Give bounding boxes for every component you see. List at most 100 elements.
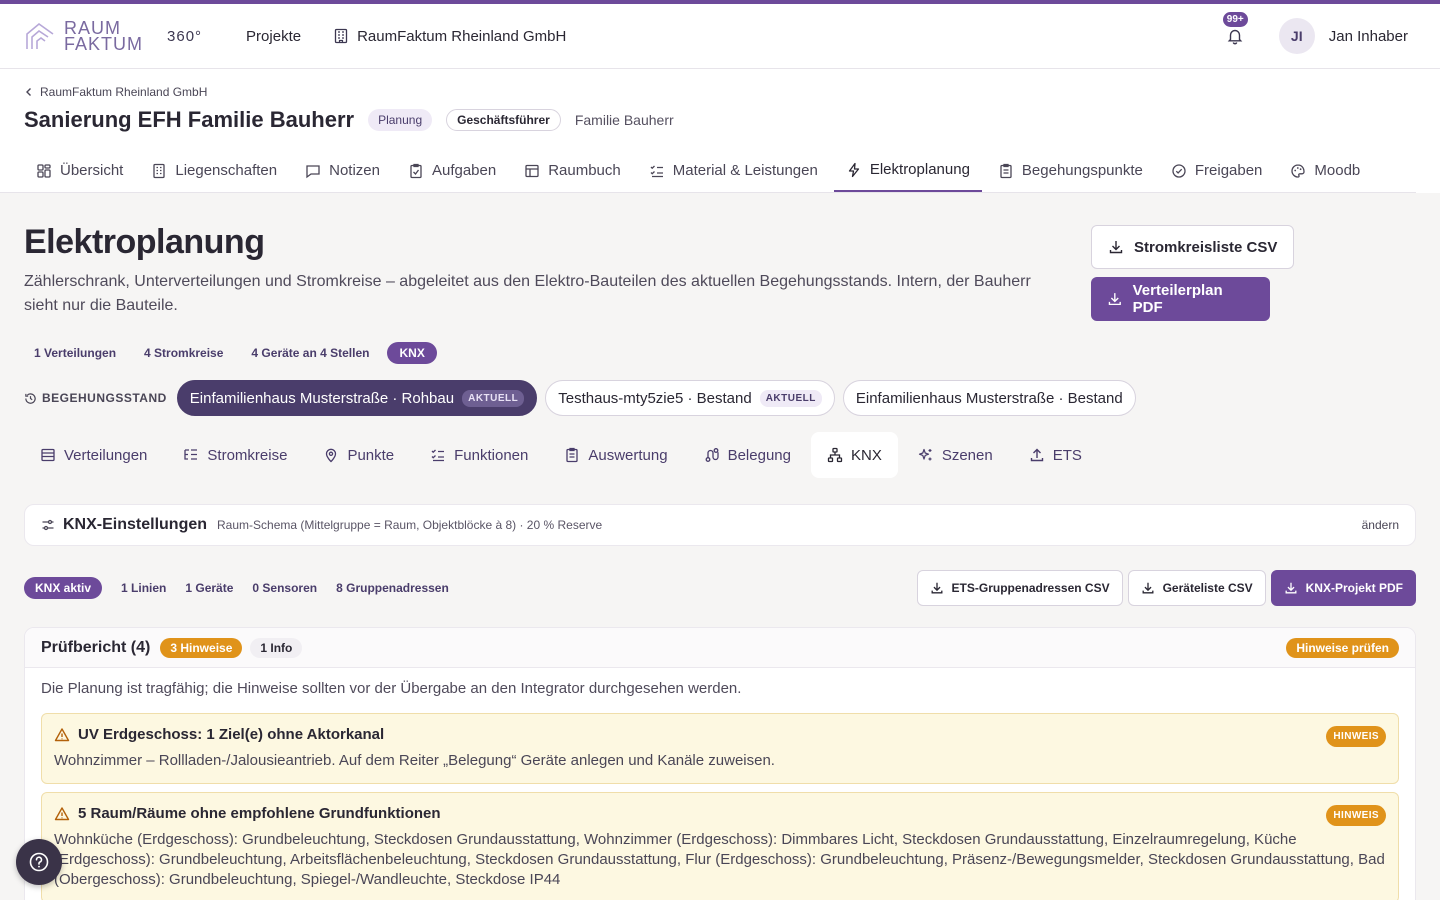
notifications-button[interactable]: 99+ <box>1221 12 1249 50</box>
check-report-panel: Prüfbericht (4) 3 Hinweise 1 Info Hinwei… <box>24 627 1416 900</box>
tab-uebersicht[interactable]: Übersicht <box>24 151 135 192</box>
tab-freigaben[interactable]: Freigaben <box>1159 151 1275 192</box>
tab-label: Elektroplanung <box>869 161 970 178</box>
device-list-csv-button[interactable]: Geräteliste CSV <box>1127 570 1266 606</box>
stat-devices: 4 Geräte an 4 Stellen <box>251 346 370 360</box>
subtab-label: Stromkreise <box>207 446 288 464</box>
subtab-belegung[interactable]: Belegung <box>688 432 807 478</box>
subtab-label: Belegung <box>727 446 791 464</box>
user-name[interactable]: Jan Inhaber <box>1329 28 1408 45</box>
logo[interactable]: RAUM FAKTUM 360° <box>24 19 202 53</box>
subtab-auswertung[interactable]: Auswertung <box>548 432 683 478</box>
tab-raumbuch[interactable]: Raumbuch <box>512 151 633 192</box>
download-distribution-plan-pdf-button[interactable]: Verteilerplan PDF <box>1091 277 1270 321</box>
inspection-label-text: BEGEHUNGSSTAND <box>42 391 167 405</box>
download-icon <box>1142 582 1154 594</box>
subtab-szenen[interactable]: Szenen <box>902 432 1009 478</box>
subtab-label: Szenen <box>941 446 993 464</box>
knx-active-badge: KNX aktiv <box>24 577 103 599</box>
table-icon <box>41 448 55 462</box>
button-label: Verteilerplan PDF <box>1132 282 1223 316</box>
tab-moodboard[interactable]: Moodb <box>1278 151 1372 192</box>
inspection-option-label: Testhaus-mty5zie5 · Bestand <box>558 389 752 407</box>
download-icon <box>1109 241 1123 254</box>
ets-group-addresses-csv-button[interactable]: ETS-Gruppenadressen CSV <box>916 570 1123 606</box>
inspection-option-label: Einfamilienhaus Musterstraße · Rohbau <box>189 389 455 407</box>
subtab-knx[interactable]: KNX <box>810 432 898 478</box>
tab-material-leistungen[interactable]: Material & Leistungen <box>637 151 830 192</box>
electrical-subtabs: Verteilungen Stromkreise Punkte Funktion… <box>24 432 1416 478</box>
tab-label: Material & Leistungen <box>672 162 818 179</box>
subtab-stromkreise[interactable]: Stromkreise <box>167 432 303 478</box>
logo-mark-icon <box>26 22 54 49</box>
hint-badge: HINWEIS <box>1326 805 1386 826</box>
button-label: KNX-Projekt PDF <box>1305 581 1403 595</box>
building-icon <box>153 163 166 178</box>
finding-text: Wohnzimmer – Rollladen-/Jalousieantrieb.… <box>54 752 775 769</box>
download-circuit-list-csv-button[interactable]: Stromkreisliste CSV <box>1091 225 1295 269</box>
tab-label: Raumbuch <box>548 162 621 179</box>
list-check-icon <box>650 165 663 177</box>
knx-project-pdf-button[interactable]: KNX-Projekt PDF <box>1270 570 1416 606</box>
notifications-badge: 99+ <box>1222 12 1248 27</box>
tab-label: Freigaben <box>1194 162 1263 179</box>
top-navigation: RAUM FAKTUM 360° Projekte RaumFaktum Rhe… <box>0 4 1440 69</box>
stat-distributions: 1 Verteilungen <box>34 346 117 360</box>
table-icon <box>525 164 539 177</box>
inspection-option[interactable]: Einfamilienhaus Musterstraße · Bestand <box>842 380 1136 416</box>
tab-begehungspunkte[interactable]: Begehungspunkte <box>986 151 1155 192</box>
warning-icon <box>54 727 70 741</box>
chevron-left-icon <box>26 88 31 96</box>
avatar[interactable]: JI <box>1278 18 1315 54</box>
clipboard-icon <box>566 447 579 463</box>
subtab-punkte[interactable]: Punkte <box>307 432 410 478</box>
knx-stat-sensors: 0 Sensoren <box>252 581 318 595</box>
subtab-funktionen[interactable]: Funktionen <box>414 432 544 478</box>
current-badge: AKTUELL <box>759 389 822 407</box>
check-report-summary: Die Planung ist tragfähig; die Hinweise … <box>41 680 742 697</box>
tab-elektroplanung[interactable]: Elektroplanung <box>833 151 982 192</box>
subtab-label: ETS <box>1052 446 1082 464</box>
inspection-option[interactable]: Testhaus-mty5zie5 · Bestand AKTUELL <box>545 380 835 416</box>
knx-settings-bar: KNX-Einstellungen Raum-Schema (Mittelgru… <box>24 504 1416 546</box>
knx-settings-summary: Raum-Schema (Mittelgruppe = Raum, Objekt… <box>217 518 603 532</box>
subtab-label: KNX <box>850 446 882 464</box>
inspection-label: BEGEHUNGSSTAND <box>24 391 167 405</box>
tab-label: Moodb <box>1314 162 1361 179</box>
download-icon <box>931 582 943 594</box>
building-icon <box>334 28 348 44</box>
nav-projects-link[interactable]: Projekte <box>246 28 301 45</box>
sparkles-icon <box>918 448 932 461</box>
subtab-label: Verteilungen <box>64 446 148 464</box>
inspection-option-label: Einfamilienhaus Musterstraße · Bestand <box>855 389 1123 407</box>
note-icon <box>306 164 320 178</box>
tab-liegenschaften[interactable]: Liegenschaften <box>139 151 289 192</box>
bolt-icon <box>848 162 859 177</box>
tab-aufgaben[interactable]: Aufgaben <box>396 151 508 192</box>
tab-label: Übersicht <box>60 162 124 179</box>
subtab-verteilungen[interactable]: Verteilungen <box>24 432 163 478</box>
page-description: Zählerschrank, Unterverteilungen und Str… <box>24 273 1031 314</box>
check-circle-icon <box>1172 163 1186 178</box>
help-button[interactable] <box>16 839 62 885</box>
nav-company-link[interactable]: RaumFaktum Rheinland GmbH <box>333 28 566 45</box>
knx-stat-group-addresses: 8 Gruppenadressen <box>336 581 449 595</box>
list-tree-icon <box>184 449 198 460</box>
check-report-title: Prüfbericht (4) <box>41 638 151 656</box>
check-report-header[interactable]: Prüfbericht (4) 3 Hinweise 1 Info Hinwei… <box>25 628 1415 668</box>
route-icon <box>705 448 719 462</box>
inspection-selector: BEGEHUNGSSTAND Einfamilienhaus Musterstr… <box>24 380 1416 416</box>
button-label: Geräteliste CSV <box>1162 581 1253 595</box>
knx-settings-edit-link[interactable]: ändern <box>1362 518 1399 532</box>
stat-circuits: 4 Stromkreise <box>144 346 224 360</box>
summary-stats: 1 Verteilungen 4 Stromkreise 4 Geräte an… <box>24 342 1416 364</box>
inspection-option[interactable]: Einfamilienhaus Musterstraße · Rohbau AK… <box>176 380 538 416</box>
subtab-ets[interactable]: ETS <box>1013 432 1098 478</box>
tab-label: Aufgaben <box>431 162 497 179</box>
breadcrumb[interactable]: RaumFaktum Rheinland GmbH <box>24 85 1416 99</box>
project-header: RaumFaktum Rheinland GmbH Sanierung EFH … <box>0 69 1440 193</box>
clipboard-check-icon <box>410 163 422 178</box>
button-label: Stromkreisliste CSV <box>1134 238 1278 256</box>
tab-notizen[interactable]: Notizen <box>293 151 392 192</box>
knx-summary-row: KNX aktiv 1 Linien 1 Geräte 0 Sensoren 8… <box>24 570 1416 606</box>
